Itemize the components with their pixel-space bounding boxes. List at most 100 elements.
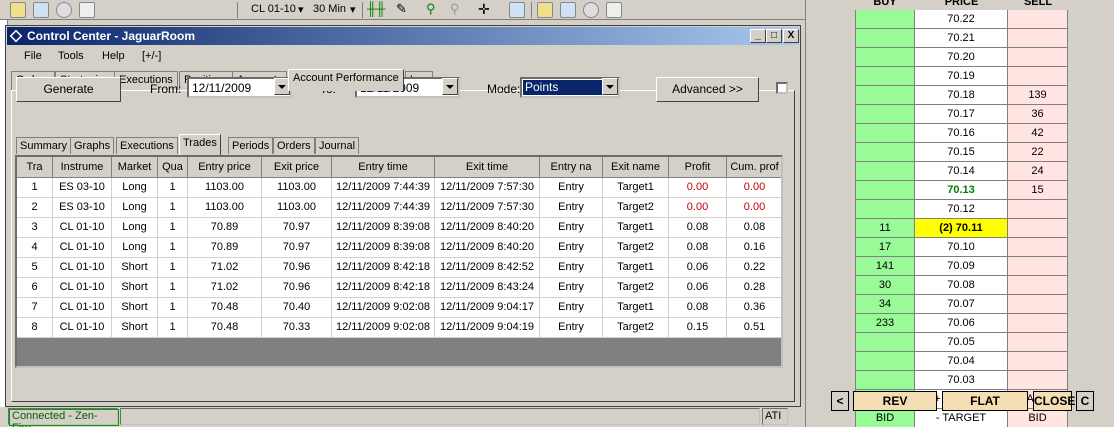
- sell-cell[interactable]: 42: [1008, 124, 1068, 143]
- sell-cell[interactable]: 24: [1008, 162, 1068, 181]
- table-row[interactable]: 3 CL 01-10 Long 1 70.89 70.97 12/11/2009 8:39:…: [17, 218, 781, 238]
- strategy-icon[interactable]: [10, 2, 26, 18]
- column-header[interactable]: Instrume: [53, 157, 112, 178]
- ladder-row[interactable]: 34 70.07: [855, 295, 1068, 314]
- interval-selector[interactable]: 30 Min: [313, 3, 346, 15]
- column-header[interactable]: Entry time: [332, 157, 435, 178]
- buy-cell[interactable]: [855, 124, 915, 143]
- price-cell[interactable]: 70.04: [915, 352, 1008, 371]
- sell-cell[interactable]: [1008, 257, 1068, 276]
- price-cell[interactable]: 70.07: [915, 295, 1008, 314]
- pencil-icon[interactable]: ✎: [396, 2, 418, 18]
- sell-cell[interactable]: [1008, 295, 1068, 314]
- table-row[interactable]: 1 ES 03-10 Long 1 1103.00 1103.00 12/11/2009 7…: [17, 178, 781, 198]
- buy-cell[interactable]: [855, 67, 915, 86]
- advanced-button[interactable]: Advanced >>: [656, 77, 759, 102]
- column-header[interactable]: Entry price: [188, 157, 262, 178]
- buy-cell[interactable]: [855, 105, 915, 124]
- column-header[interactable]: Entry na: [540, 157, 603, 178]
- generate-button[interactable]: Generate: [16, 77, 121, 102]
- buy-cell[interactable]: 34: [855, 295, 915, 314]
- buy-cell[interactable]: BID: [855, 409, 915, 427]
- subtab-trades[interactable]: Trades: [179, 134, 221, 155]
- column-header[interactable]: Exit name: [603, 157, 669, 178]
- subtab-executions[interactable]: Executions: [116, 137, 178, 154]
- table-row[interactable]: 5 CL 01-10 Short 1 71.02 70.96 12/11/2009 8:42…: [17, 258, 781, 278]
- ladder-row[interactable]: 70.21: [855, 29, 1068, 48]
- ladder-row[interactable]: 11 (2) 70.11: [855, 219, 1068, 238]
- buy-cell[interactable]: [855, 48, 915, 67]
- price-cell[interactable]: 70.16: [915, 124, 1008, 143]
- list-icon[interactable]: [79, 2, 95, 18]
- reverse-button[interactable]: REV: [853, 391, 937, 411]
- ladder-row[interactable]: BID - TARGET BID: [855, 409, 1068, 427]
- buy-cell[interactable]: [855, 333, 915, 352]
- column-header[interactable]: Exit time: [435, 157, 540, 178]
- price-cell[interactable]: 70.20: [915, 48, 1008, 67]
- buy-cell[interactable]: [855, 200, 915, 219]
- subtab-periods[interactable]: Periods: [228, 137, 274, 154]
- column-header[interactable]: Market: [112, 157, 158, 178]
- ladder-row[interactable]: 17 70.10: [855, 238, 1068, 257]
- center-button[interactable]: C: [1076, 391, 1094, 411]
- sell-cell[interactable]: [1008, 276, 1068, 295]
- buy-cell[interactable]: [855, 29, 915, 48]
- ladder-row[interactable]: 70.14 24: [855, 162, 1068, 181]
- ladder-row[interactable]: 70.20: [855, 48, 1068, 67]
- price-cell[interactable]: 70.06: [915, 314, 1008, 333]
- sell-cell[interactable]: 15: [1008, 181, 1068, 200]
- mode-dropdown[interactable]: [602, 78, 618, 95]
- column-header[interactable]: Qua: [158, 157, 188, 178]
- price-cell[interactable]: 70.21: [915, 29, 1008, 48]
- table-row[interactable]: 4 CL 01-10 Long 1 70.89 70.97 12/11/2009 8:39:…: [17, 238, 781, 258]
- sell-cell[interactable]: [1008, 200, 1068, 219]
- price-cell[interactable]: 70.15: [915, 143, 1008, 162]
- instrument-selector[interactable]: CL 01-10: [251, 3, 296, 15]
- sell-cell[interactable]: [1008, 314, 1068, 333]
- price-cell[interactable]: 70.08: [915, 276, 1008, 295]
- price-cell[interactable]: 70.13: [915, 181, 1008, 200]
- buy-cell[interactable]: 141: [855, 257, 915, 276]
- buy-cell[interactable]: [855, 371, 915, 390]
- candlestick-icon[interactable]: ╫╫: [367, 2, 389, 18]
- column-header[interactable]: Tra: [17, 157, 53, 178]
- ladder-row[interactable]: 70.12: [855, 200, 1068, 219]
- subtab-orders[interactable]: Orders: [273, 137, 315, 154]
- sell-cell[interactable]: [1008, 29, 1068, 48]
- tab-account-performance[interactable]: Account Performance: [288, 69, 404, 91]
- price-cell[interactable]: (2) 70.11: [915, 219, 1008, 238]
- table-row[interactable]: 2 ES 03-10 Long 1 1103.00 1103.00 12/11/2009 7…: [17, 198, 781, 218]
- ladder-row[interactable]: 70.17 36: [855, 105, 1068, 124]
- clock-icon[interactable]: [583, 2, 599, 18]
- scroll-left-button[interactable]: <: [831, 391, 849, 411]
- ladder-row[interactable]: 233 70.06: [855, 314, 1068, 333]
- ladder-row[interactable]: 70.22: [855, 10, 1068, 29]
- sell-cell[interactable]: [1008, 238, 1068, 257]
- sell-cell[interactable]: 36: [1008, 105, 1068, 124]
- properties-icon[interactable]: [509, 2, 525, 18]
- price-cell[interactable]: 70.03: [915, 371, 1008, 390]
- column-header[interactable]: Profit: [669, 157, 727, 178]
- price-cell[interactable]: 70.17: [915, 105, 1008, 124]
- menu-tools[interactable]: Tools: [58, 50, 84, 62]
- buy-cell[interactable]: [855, 10, 915, 29]
- ladder-row[interactable]: 70.03: [855, 371, 1068, 390]
- sell-cell[interactable]: [1008, 219, 1068, 238]
- sell-cell[interactable]: [1008, 10, 1068, 29]
- column-header[interactable]: Exit price: [262, 157, 332, 178]
- dropdown-arrow-icon[interactable]: ▾: [350, 3, 356, 16]
- buy-cell[interactable]: [855, 162, 915, 181]
- sell-cell[interactable]: 22: [1008, 143, 1068, 162]
- to-date-dropdown[interactable]: [442, 78, 458, 95]
- sell-cell[interactable]: BID: [1008, 409, 1068, 427]
- sell-cell[interactable]: [1008, 371, 1068, 390]
- ladder-row[interactable]: 70.15 22: [855, 143, 1068, 162]
- column-header[interactable]: Cum. prof: [727, 157, 781, 178]
- sell-cell[interactable]: [1008, 67, 1068, 86]
- sell-cell[interactable]: [1008, 352, 1068, 371]
- buy-cell[interactable]: [855, 352, 915, 371]
- close-button[interactable]: X: [783, 29, 799, 43]
- price-cell[interactable]: 70.14: [915, 162, 1008, 181]
- ladder-row[interactable]: 70.16 42: [855, 124, 1068, 143]
- sell-cell[interactable]: [1008, 333, 1068, 352]
